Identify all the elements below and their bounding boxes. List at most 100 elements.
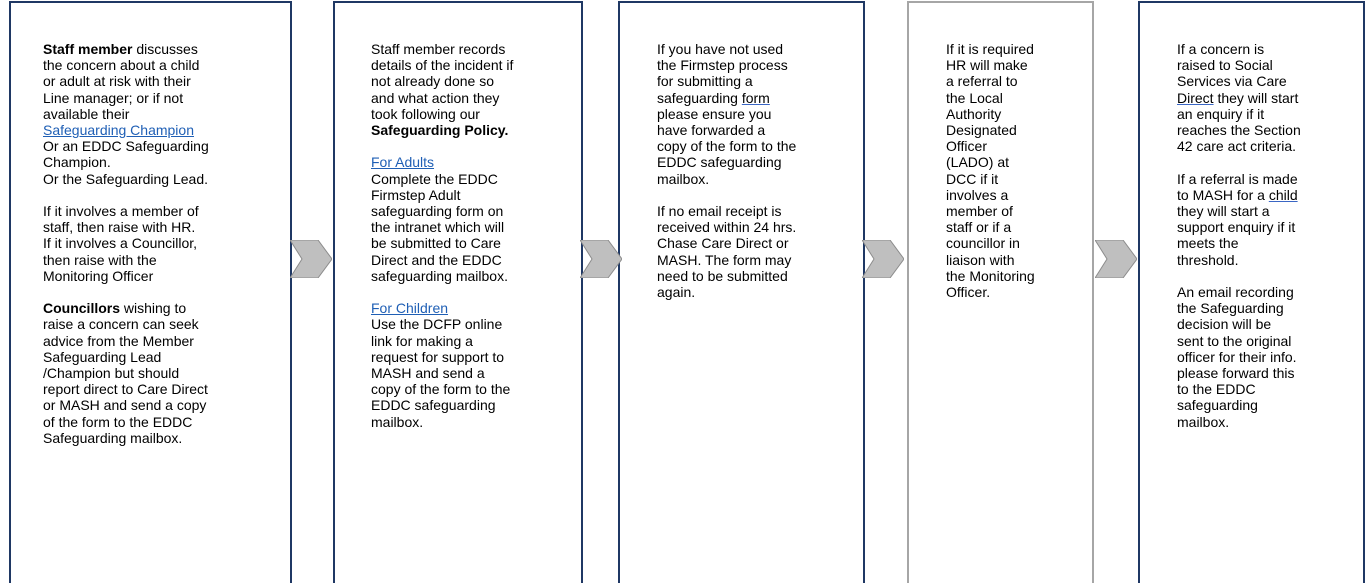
flow-step-1-box: Staff member discusses the concern about …: [9, 1, 292, 583]
text-line: safeguarding mailbox.: [371, 268, 513, 284]
text-line: member of: [946, 203, 1035, 219]
chevron-right-icon: [862, 240, 904, 278]
text-line: Staff member records: [371, 41, 513, 57]
paragraph: Staff member records details of the incid…: [371, 41, 513, 138]
text-line: EDDC safeguarding: [371, 397, 513, 413]
text-line: Or an EDDC Safeguarding: [43, 138, 209, 154]
text-line: Champion.: [43, 154, 209, 170]
text-segment: report direct to Care Direct: [43, 381, 208, 398]
text-line: Designated: [946, 122, 1035, 138]
text-segment: Monitoring Officer: [43, 267, 154, 284]
flow-step-2-text: Staff member records details of the incid…: [371, 41, 513, 430]
text-segment: details of the incident if: [371, 57, 514, 74]
text-line: the Monitoring: [946, 268, 1035, 284]
text-line: available their: [43, 106, 209, 122]
bold-text: Councillors: [43, 300, 121, 317]
text-segment: If a concern is: [1177, 41, 1265, 57]
text-line: If a referral is made: [1177, 171, 1301, 187]
text-line: mailbox.: [1177, 414, 1301, 430]
text-segment: HR will make: [946, 57, 1028, 74]
paragraph: An email recording the Safeguarding decisi…: [1177, 284, 1301, 430]
text-segment: reaches the Section: [1177, 122, 1301, 139]
text-segment: Champion.: [43, 154, 111, 171]
text-line: For Children: [371, 300, 513, 316]
text-line: support enquiry if it: [1177, 219, 1301, 235]
text-segment: officer for their info.: [1177, 348, 1297, 365]
text-line: (LADO) at: [946, 154, 1035, 170]
link-text[interactable]: For Adults: [371, 154, 434, 170]
text-segment: Safeguarding Lead: [43, 348, 162, 365]
text-line: of the form to the EDDC: [43, 414, 209, 430]
text-line: link for making a: [371, 333, 513, 349]
flow-step-4-text: If it is required HR will make a referral …: [946, 41, 1035, 300]
text-segment: safeguarding mailbox.: [371, 267, 508, 284]
text-line: Staff member discusses: [43, 41, 209, 57]
text-line: not already done so: [371, 73, 513, 89]
text-segment: Or an EDDC Safeguarding: [43, 138, 209, 155]
text-line: for submitting a: [657, 73, 796, 89]
text-segment: raised to Social: [1177, 57, 1273, 74]
text-segment: not already done so: [371, 73, 494, 90]
text-segment: raise a concern can seek: [43, 316, 199, 333]
text-line: An email recording: [1177, 284, 1301, 300]
text-segment: If it is required: [946, 41, 1034, 57]
text-segment: support enquiry if it: [1177, 219, 1296, 236]
paragraph: Staff member discusses the concern about …: [43, 41, 209, 187]
text-line: the Local: [946, 90, 1035, 106]
text-line: then raise with the: [43, 252, 209, 268]
paragraph: For Adults Complete the EDDC Firmstep Adul…: [371, 154, 513, 284]
bold-text: Staff member: [43, 41, 133, 57]
text-segment: If it involves a member of: [43, 203, 199, 220]
text-segment: mailbox.: [371, 413, 424, 430]
text-line: Line manager; or if not: [43, 90, 209, 106]
text-segment: If no email receipt is: [657, 203, 782, 220]
flow-step-5-box: If a concern is raised to Social Services …: [1138, 1, 1365, 583]
text-segment: Designated: [946, 122, 1017, 139]
text-line: please forward this: [1177, 365, 1301, 381]
text-line: request for support to: [371, 349, 513, 365]
flow-step-4-box: If it is required HR will make a referral …: [907, 1, 1094, 583]
text-segment: If you have not used: [657, 41, 784, 57]
underlined-word: Direct: [1177, 89, 1214, 106]
text-segment: decision will be: [1177, 316, 1272, 333]
link-text[interactable]: For Children: [371, 300, 448, 316]
text-segment: a referral to: [946, 73, 1018, 90]
text-line: took following our: [371, 106, 513, 122]
text-segment: Complete the EDDC: [371, 170, 498, 187]
text-line: Officer: [946, 138, 1035, 154]
text-line: MASH and send a: [371, 365, 513, 381]
text-line: to MASH for a child: [1177, 187, 1301, 203]
text-line: involves a: [946, 187, 1035, 203]
text-line: meets the: [1177, 235, 1301, 251]
text-line: the concern about a child: [43, 57, 209, 73]
text-line: Safeguarding Policy.: [371, 122, 513, 138]
text-line: Authority: [946, 106, 1035, 122]
text-segment: Direct and the EDDC: [371, 251, 502, 268]
text-segment: safeguarding: [657, 89, 742, 106]
text-line: or MASH and send a copy: [43, 397, 209, 413]
paragraph: If a referral is made to MASH for a child…: [1177, 171, 1301, 268]
text-segment: (LADO) at: [946, 154, 1010, 171]
text-line: If no email receipt is: [657, 203, 796, 219]
text-line: details of the incident if: [371, 57, 513, 73]
text-segment: be submitted to Care: [371, 235, 501, 252]
text-line: need to be submitted: [657, 268, 796, 284]
text-line: raise a concern can seek: [43, 316, 209, 332]
chevron-right-icon: [290, 240, 332, 278]
text-segment: the Firmstep process: [657, 57, 788, 74]
paragraph: If you have not used the Firmstep process…: [657, 41, 796, 187]
text-line: Complete the EDDC: [371, 171, 513, 187]
text-segment: the Monitoring: [946, 267, 1035, 284]
text-line: reaches the Section: [1177, 122, 1301, 138]
link-text[interactable]: Safeguarding Champion: [43, 122, 194, 138]
paragraph: If it is required HR will make a referral …: [946, 41, 1035, 300]
text-segment: Officer.: [946, 284, 991, 301]
text-segment: advice from the Member: [43, 332, 194, 349]
text-segment: they will start a: [1177, 203, 1270, 220]
text-segment: or adult at risk with their: [43, 73, 191, 90]
text-segment: wishing to: [120, 300, 187, 317]
text-line: Officer.: [946, 284, 1035, 300]
text-segment: If it involves a Councillor,: [43, 235, 198, 252]
text-line: For Adults: [371, 154, 513, 170]
text-segment: discusses: [132, 41, 198, 57]
